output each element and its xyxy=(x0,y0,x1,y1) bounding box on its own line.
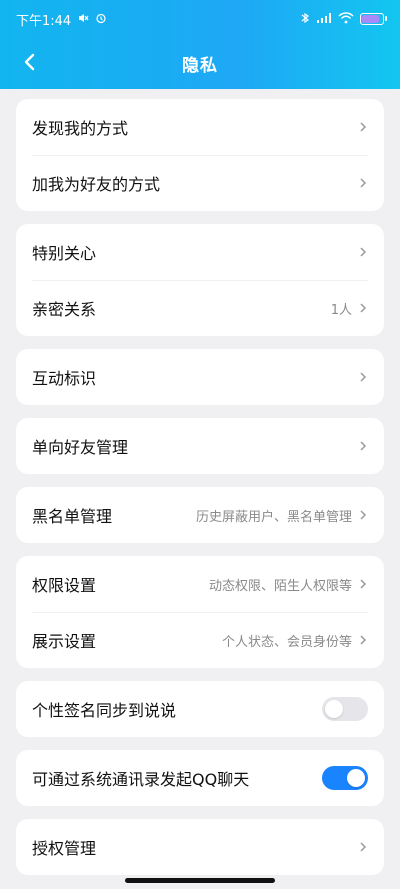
chevron-right-icon xyxy=(360,441,367,451)
row-find-me[interactable]: 发现我的方式 xyxy=(16,99,384,155)
row-right: 1人 xyxy=(331,299,368,318)
section-relations: 特别关心 亲密关系 1人 xyxy=(16,224,384,336)
section-contacts-chat: 可通过系统通讯录发起QQ聊天 xyxy=(16,750,384,806)
row-label: 权限设置 xyxy=(32,576,97,595)
section-signature-sync: 个性签名同步到说说 xyxy=(16,681,384,737)
row-label: 特别关心 xyxy=(32,244,97,263)
chevron-right-icon xyxy=(360,842,367,852)
row-right xyxy=(358,372,368,382)
section-discovery: 发现我的方式 加我为好友的方式 xyxy=(16,99,384,211)
row-right xyxy=(358,441,368,451)
row-label: 可通过系统通讯录发起QQ聊天 xyxy=(32,770,250,789)
chevron-right-icon xyxy=(360,178,367,188)
settings-list: 发现我的方式 加我为好友的方式 特别关心 亲密关系 1人 互动标识 单向好友管理… xyxy=(0,89,400,875)
bluetooth-icon xyxy=(300,12,310,26)
battery-fill xyxy=(362,15,380,23)
row-signature-sync: 个性签名同步到说说 xyxy=(16,681,384,737)
row-value: 个人状态、会员身份等 xyxy=(221,634,352,650)
wifi-icon xyxy=(338,12,354,26)
row-right xyxy=(358,247,368,257)
section-authorization: 授权管理 xyxy=(16,819,384,875)
row-label: 发现我的方式 xyxy=(32,119,129,138)
section-permissions: 权限设置 动态权限、陌生人权限等 展示设置 个人状态、会员身份等 xyxy=(16,556,384,668)
status-left: 下午1:44 xyxy=(16,10,107,29)
row-right xyxy=(358,178,368,188)
status-right xyxy=(300,12,387,26)
section-one-way-friends: 单向好友管理 xyxy=(16,418,384,474)
mute-icon xyxy=(77,12,89,26)
row-value: 历史屏蔽用户、黑名单管理 xyxy=(195,509,352,525)
toggle-knob xyxy=(325,700,343,718)
battery-icon xyxy=(360,13,387,25)
row-label: 授权管理 xyxy=(32,839,97,858)
home-indicator[interactable] xyxy=(125,878,275,883)
alarm-icon xyxy=(95,12,107,26)
row-permission-settings[interactable]: 权限设置 动态权限、陌生人权限等 xyxy=(16,556,384,612)
row-right xyxy=(358,122,368,132)
contacts-chat-toggle[interactable] xyxy=(322,766,368,790)
chevron-right-icon xyxy=(360,247,367,257)
chevron-right-icon xyxy=(360,635,367,645)
row-label: 个性签名同步到说说 xyxy=(32,701,177,720)
status-bar: 下午1:44 xyxy=(0,0,400,38)
chevron-right-icon xyxy=(360,372,367,382)
row-special-care[interactable]: 特别关心 xyxy=(16,224,384,280)
chevron-right-icon xyxy=(360,510,367,520)
row-right xyxy=(358,842,368,852)
section-blacklist: 黑名单管理 历史屏蔽用户、黑名单管理 xyxy=(16,487,384,543)
row-right: 历史屏蔽用户、黑名单管理 xyxy=(196,506,368,525)
row-label: 加我为好友的方式 xyxy=(32,175,161,194)
signal-icon xyxy=(316,12,332,26)
row-one-way-friends[interactable]: 单向好友管理 xyxy=(16,418,384,474)
chevron-right-icon xyxy=(360,579,367,589)
row-value: 动态权限、陌生人权限等 xyxy=(208,578,352,594)
row-value: 1人 xyxy=(330,302,352,318)
signature-sync-toggle[interactable] xyxy=(322,697,368,721)
page-title: 隐私 xyxy=(182,56,218,76)
navigation-bar: 隐私 xyxy=(0,38,400,89)
row-blacklist[interactable]: 黑名单管理 历史屏蔽用户、黑名单管理 xyxy=(16,487,384,543)
row-display-settings[interactable]: 展示设置 个人状态、会员身份等 xyxy=(16,612,384,668)
back-button[interactable] xyxy=(16,50,44,78)
chevron-right-icon xyxy=(360,122,367,132)
row-label: 亲密关系 xyxy=(32,300,97,319)
row-interaction-tags[interactable]: 互动标识 xyxy=(16,349,384,405)
row-label: 黑名单管理 xyxy=(32,507,113,526)
row-add-me-as-friend[interactable]: 加我为好友的方式 xyxy=(16,155,384,211)
section-interaction-tags: 互动标识 xyxy=(16,349,384,405)
row-label: 单向好友管理 xyxy=(32,438,129,457)
row-right: 动态权限、陌生人权限等 xyxy=(209,575,368,594)
row-authorization-management[interactable]: 授权管理 xyxy=(16,819,384,875)
row-label: 展示设置 xyxy=(32,632,97,651)
chevron-left-icon xyxy=(23,53,37,75)
status-time: 下午1:44 xyxy=(16,13,72,29)
chevron-right-icon xyxy=(360,303,367,313)
toggle-knob xyxy=(347,769,365,787)
row-intimate-relations[interactable]: 亲密关系 1人 xyxy=(16,280,384,336)
row-label: 互动标识 xyxy=(32,369,97,388)
row-contacts-chat: 可通过系统通讯录发起QQ聊天 xyxy=(16,750,384,806)
row-right: 个人状态、会员身份等 xyxy=(222,631,368,650)
top-bar: 下午1:44 隐私 xyxy=(0,0,400,89)
